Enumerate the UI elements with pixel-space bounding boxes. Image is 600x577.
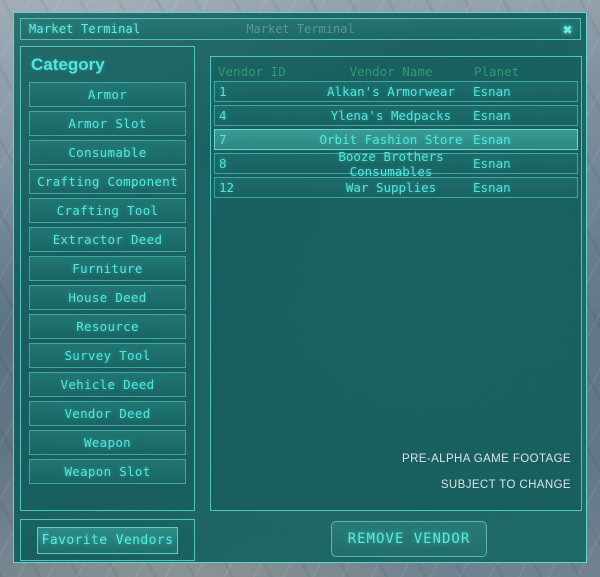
category-button[interactable]: House Deed (29, 285, 186, 310)
cell-vendor-name: Alkan's Armorwear (327, 84, 455, 99)
cell-vendor-name: Orbit Fashion Store (319, 132, 463, 147)
window-title: Market Terminal (246, 22, 355, 36)
cell-planet: Esnan (473, 156, 511, 171)
column-header-vendor-name: Vendor Name (349, 63, 433, 79)
category-button[interactable]: Crafting Tool (29, 198, 186, 223)
category-button[interactable]: Armor Slot (29, 111, 186, 136)
favorite-vendors-panel: Favorite Vendors (20, 519, 195, 561)
category-button[interactable]: Survey Tool (29, 343, 186, 368)
vendor-table-header: Vendor ID Vendor Name Planet (214, 61, 578, 81)
table-row[interactable]: 4 Ylena's Medpacks Esnan (214, 105, 578, 126)
favorite-vendors-button[interactable]: Favorite Vendors (37, 526, 178, 554)
category-button[interactable]: Weapon Slot (29, 459, 186, 484)
cell-vendor-id: 8 (219, 156, 227, 171)
category-button[interactable]: Armor (29, 82, 186, 107)
category-heading: Category (31, 55, 105, 74)
category-button[interactable]: Extractor Deed (29, 227, 186, 252)
table-row[interactable]: 8 Booze Brothers Consumables Esnan (214, 149, 578, 179)
market-terminal-window: Market Terminal Market Terminal ✖ Catego… (13, 12, 587, 563)
close-icon[interactable]: ✖ (560, 22, 575, 37)
cell-vendor-name: Booze Brothers Consumables (338, 148, 444, 179)
category-button[interactable]: Weapon (29, 430, 186, 455)
window-title-bar: Market Terminal Market Terminal ✖ (20, 18, 581, 40)
category-panel: Category Armor Armor Slot Consumable Crafti… (20, 46, 195, 511)
watermark-line-2: SUBJECT TO CHANGE (440, 479, 571, 491)
cell-vendor-id: 12 (219, 180, 235, 195)
table-row[interactable]: 12 War Supplies Esnan (214, 177, 578, 198)
cell-vendor-name: Ylena's Medpacks (330, 108, 452, 123)
remove-vendor-button[interactable]: REMOVE VENDOR (331, 521, 487, 557)
category-button[interactable]: Vehicle Deed (29, 372, 186, 397)
cell-planet: Esnan (473, 180, 511, 195)
column-header-vendor-id: Vendor ID (218, 63, 286, 79)
category-button[interactable]: Consumable (29, 140, 186, 165)
category-button[interactable]: Furniture (29, 256, 186, 281)
table-row[interactable]: 7 Orbit Fashion Store Esnan (214, 129, 578, 150)
category-list: Armor Armor Slot Consumable Crafting Compon… (29, 82, 186, 484)
category-button[interactable]: Crafting Component (29, 169, 186, 194)
column-header-planet: Planet (474, 63, 520, 79)
cell-planet: Esnan (473, 108, 511, 123)
category-button[interactable]: Resource (29, 314, 186, 339)
cell-vendor-id: 1 (219, 84, 227, 99)
cell-planet: Esnan (473, 84, 511, 99)
category-button[interactable]: Vendor Deed (29, 401, 186, 426)
cell-vendor-name: War Supplies (345, 180, 437, 195)
cell-planet: Esnan (473, 132, 511, 147)
cell-vendor-id: 4 (219, 108, 227, 123)
cell-vendor-id: 7 (219, 132, 227, 147)
watermark-line-1: PRE-ALPHA GAME FOOTAGE (402, 453, 571, 465)
pre-alpha-watermark: PRE-ALPHA GAME FOOTAGE SUBJECT TO CHANGE (402, 446, 571, 498)
vendor-panel: Vendor ID Vendor Name Planet 1 Alkan's Ar… (210, 56, 582, 511)
table-row[interactable]: 1 Alkan's Armorwear Esnan (214, 81, 578, 102)
vendor-table-body: 1 Alkan's Armorwear Esnan 4 Ylena's Medpacks… (214, 81, 578, 198)
